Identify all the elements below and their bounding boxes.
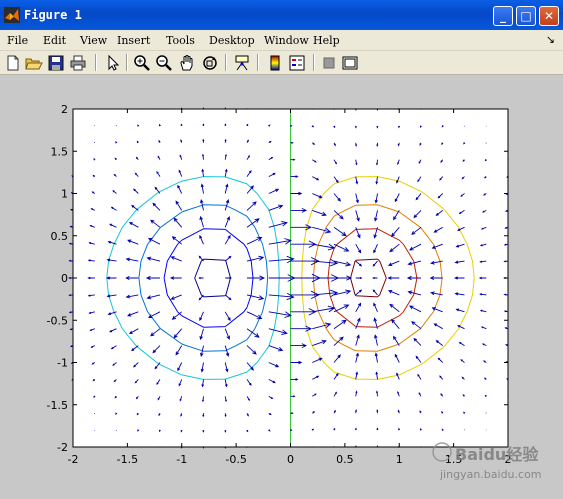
quiver-arrow (485, 378, 487, 379)
x-tick-label: -1.5 (117, 453, 138, 466)
quiver-arrow (69, 295, 73, 296)
menu-tools[interactable]: Tools (166, 34, 195, 47)
watermark-url: jingyan.baidu.com (439, 468, 542, 481)
quiver-arrow (225, 124, 226, 126)
quiver-arrow (203, 124, 204, 126)
y-tick-label: 0 (61, 272, 68, 285)
menu-file[interactable]: File (7, 34, 28, 47)
zoom-out-icon[interactable] (155, 54, 173, 72)
menu-window[interactable]: Window (264, 34, 309, 47)
figure-client-area: -2-1.5-1-0.500.511.5221.510.50-0.5-1-1.5… (0, 75, 563, 495)
title-bar[interactable]: Figure 1 _ □ ✕ (0, 0, 563, 30)
quiver-arrow (115, 396, 116, 397)
data-cursor-icon[interactable] (233, 54, 251, 72)
y-tick-label: -2 (57, 441, 68, 454)
menu-insert[interactable]: Insert (117, 34, 150, 47)
x-tick-label: -1 (176, 453, 187, 466)
close-button[interactable]: ✕ (539, 6, 559, 26)
insert-colorbar-icon[interactable] (266, 54, 284, 72)
y-tick-label: -1.5 (47, 399, 68, 412)
minimize-button[interactable]: _ (493, 6, 513, 26)
quiver-arrow (377, 428, 378, 430)
menu-desktop[interactable]: Desktop (209, 34, 255, 47)
rotate-3d-icon[interactable] (201, 54, 219, 72)
toolbar-separator (225, 54, 227, 71)
toolbar-separator (257, 54, 259, 71)
edit-plot-arrow-icon[interactable] (104, 54, 122, 72)
zoom-in-icon[interactable] (133, 54, 151, 72)
menu-bar: File Edit View Insert Tools Desktop Wind… (0, 30, 563, 51)
quiver-arrow (69, 260, 73, 261)
quiver-arrow (377, 126, 378, 128)
x-tick-label: 0 (287, 453, 294, 466)
print-icon[interactable] (69, 54, 87, 72)
quiver-arrow (69, 277, 73, 278)
quiver-arrow (137, 413, 138, 415)
quiver-arrow (463, 160, 464, 161)
quiver-arrow (203, 430, 204, 432)
show-plot-tools-icon[interactable] (341, 54, 359, 72)
toolbar-separator (313, 54, 315, 71)
insert-legend-icon[interactable] (288, 54, 306, 72)
quiver-arrow (94, 142, 95, 143)
toolbar-separator (126, 54, 128, 71)
quiver-arrow (94, 413, 95, 414)
menu-edit[interactable]: Edit (43, 34, 66, 47)
quiver-arrow (225, 430, 226, 432)
quiver-arrow (137, 141, 138, 143)
toolbar-separator (95, 54, 97, 71)
quiver-arrow (93, 175, 95, 176)
save-icon[interactable] (47, 54, 65, 72)
open-file-icon[interactable] (25, 54, 43, 72)
quiver-arrow (115, 158, 116, 159)
y-tick-label: -1 (57, 357, 68, 370)
quiver-arrow (355, 126, 356, 128)
y-tick-label: 2 (61, 103, 68, 116)
y-tick-label: 1 (61, 188, 68, 201)
y-tick-label: 0.5 (51, 230, 69, 243)
quiver-arrow (355, 428, 356, 430)
quiver-arrow (486, 143, 487, 144)
watermark-brand: Baidu经验 (455, 445, 539, 464)
matlab-figure-window: Figure 1 _ □ ✕ File Edit View Insert Too… (0, 0, 563, 495)
y-tick-label: 1.5 (51, 145, 69, 158)
pan-hand-icon[interactable] (178, 54, 196, 72)
quiver-arrow (463, 395, 464, 396)
maximize-button[interactable]: □ (516, 6, 536, 26)
window-title: Figure 1 (24, 8, 82, 22)
new-figure-icon[interactable] (4, 54, 22, 72)
quiver-arrow (485, 176, 487, 177)
x-tick-label: -2 (68, 453, 79, 466)
figure-toolbar (0, 51, 563, 75)
x-tick-label: 0.5 (336, 453, 354, 466)
matlab-logo-icon (4, 7, 20, 23)
quiver-arrow (93, 379, 95, 380)
hide-plot-tools-icon[interactable] (320, 54, 338, 72)
plot-canvas[interactable]: -2-1.5-1-0.500.511.5221.510.50-0.5-1-1.5… (0, 75, 563, 495)
menu-help[interactable]: Help (313, 34, 340, 47)
menu-dock-arrow-icon[interactable]: ↘ (546, 33, 555, 46)
menu-view[interactable]: View (80, 34, 107, 47)
quiver-arrow (486, 413, 487, 414)
y-tick-label: -0.5 (47, 314, 68, 327)
x-tick-label: 1 (396, 453, 403, 466)
x-tick-label: -0.5 (225, 453, 246, 466)
